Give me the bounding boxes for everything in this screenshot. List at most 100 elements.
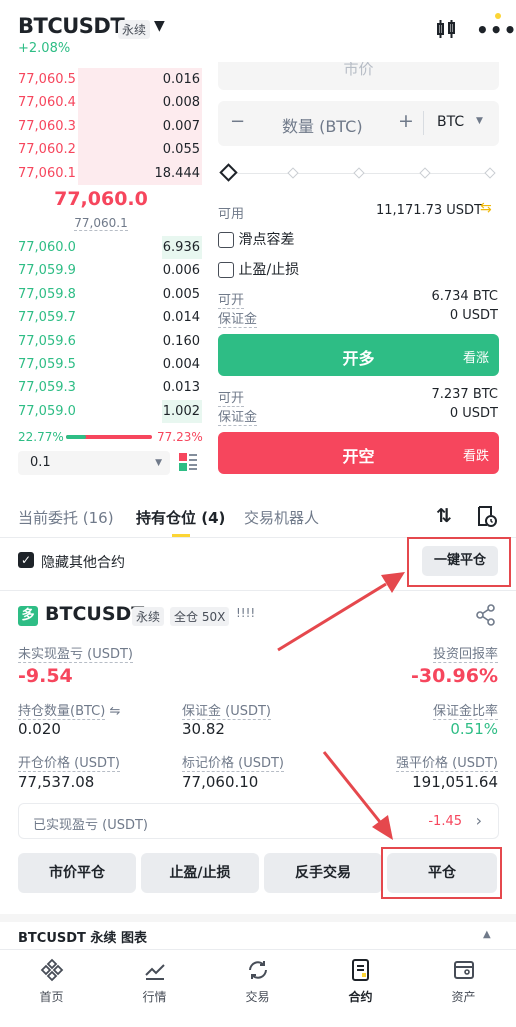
minus-button[interactable]: − — [230, 111, 245, 132]
bid-row[interactable]: 77,060.0 6.936 — [0, 236, 202, 260]
margin-value: 30.82 — [182, 720, 225, 738]
mark-label: 标记价格 (USDT) — [182, 756, 284, 772]
mark-price: 77,060.1 — [74, 216, 128, 231]
chevron-down-icon: ▼ — [476, 116, 483, 126]
position-symbol[interactable]: BTCUSDT — [45, 603, 144, 625]
position-mode-tag: 全仓 50X — [170, 607, 230, 626]
short-open-label: 可开 — [218, 391, 245, 407]
orderbook-layout-icon[interactable] — [179, 453, 197, 475]
chevron-down-icon: ▼ — [155, 458, 162, 468]
short-open-value: 7.237 BTC — [431, 387, 498, 402]
available-label: 可用 — [218, 207, 245, 222]
open-short-button[interactable]: 开空 看跌 — [218, 432, 499, 474]
precision-select[interactable]: 0.1 ▼ — [18, 451, 170, 475]
markets-icon — [144, 964, 165, 980]
available-value: 11,171.73 USDT — [376, 203, 483, 218]
slippage-checkbox[interactable]: 滑点容差 — [218, 229, 294, 249]
bid-row[interactable]: 77,059.3 0.013 — [0, 376, 202, 399]
long-margin-value: 0 USDT — [449, 308, 498, 323]
mark-value: 77,060.10 — [182, 773, 259, 791]
futures-icon — [351, 959, 369, 981]
ask-row[interactable]: 77,060.3 0.007 — [0, 114, 202, 139]
size-label: 持仓数量(BTC) ⇋ — [18, 704, 121, 720]
perpetual-badge: 永续 — [118, 20, 151, 39]
long-open-label: 可开 — [218, 293, 245, 309]
bids-list: 77,060.0 6.936 77,059.9 0.006 77,059.8 0.00… — [0, 236, 202, 424]
ask-ratio: 77.23% — [157, 430, 203, 444]
close-position-button[interactable]: 平仓 — [387, 853, 497, 893]
tab-open-orders[interactable]: 当前委托 (16) — [18, 507, 114, 528]
chevron-right-icon: › — [475, 811, 482, 830]
close-all-button[interactable]: 一键平仓 — [422, 546, 498, 576]
long-margin-label: 保证金 — [218, 312, 258, 328]
upnl-label: 未实现盈亏 (USDT) — [18, 647, 133, 663]
ask-row[interactable]: 77,060.5 0.016 — [0, 68, 202, 92]
home-icon — [40, 958, 63, 982]
history-icon[interactable] — [476, 504, 498, 532]
swap-icon: ⇋ — [109, 704, 121, 719]
ask-row[interactable]: 77,060.4 0.008 — [0, 91, 202, 115]
bid-ratio: 22.77% — [18, 430, 64, 444]
last-price: 77,060.0 — [54, 188, 148, 210]
price-change: +2.08% — [18, 41, 71, 56]
transfer-icon[interactable]: ⇆ — [480, 200, 492, 216]
qty-placeholder: 数量 (BTC) — [282, 117, 363, 136]
nav-trade[interactable]: 交易 — [206, 958, 309, 1005]
ask-row[interactable]: 77,060.1 18.444 — [0, 161, 202, 185]
chart-toggle[interactable]: BTCUSDT 永续 图表 — [18, 927, 147, 946]
qty-input[interactable]: − 数量 (BTC) + BTC ▼ — [218, 101, 499, 146]
more-icon[interactable]: ••• — [476, 18, 516, 42]
unit-select[interactable]: BTC — [437, 114, 464, 130]
market-close-button[interactable]: 市价平仓 — [18, 853, 136, 893]
entry-label: 开仓价格 (USDT) — [18, 756, 120, 772]
bid-row[interactable]: 77,059.6 0.160 — [0, 330, 202, 353]
slider-handle[interactable] — [219, 163, 238, 182]
ratio-label: 保证金比率 — [432, 704, 498, 720]
bid-row[interactable]: 77,059.8 0.005 — [0, 283, 202, 306]
liq-value: 191,051.64 — [412, 773, 498, 791]
tpsl-button[interactable]: 止盈/止损 — [141, 853, 259, 893]
adl-indicator: !!!! — [236, 606, 256, 620]
nav-futures[interactable]: 合约 — [309, 958, 412, 1005]
bid-row[interactable]: 77,059.7 0.014 — [0, 306, 202, 329]
nav-markets[interactable]: 行情 — [103, 958, 206, 1005]
candlestick-icon[interactable] — [435, 18, 457, 44]
asks-list: 77,060.5 0.016 77,060.4 0.008 77,060.3 0.00… — [0, 68, 202, 185]
hide-others-label: 隐藏其他合约 — [41, 555, 125, 571]
nav-home[interactable]: 首页 — [0, 958, 103, 1005]
tab-positions[interactable]: 持有仓位 (4) — [136, 507, 225, 528]
position-perp-tag: 永续 — [132, 607, 165, 626]
tab-trading-bots[interactable]: 交易机器人 — [244, 507, 319, 528]
plus-button[interactable]: + — [398, 110, 414, 132]
roe-value: -30.96% — [410, 665, 498, 687]
upnl-value: -9.54 — [18, 665, 73, 687]
share-icon[interactable] — [476, 604, 496, 630]
tpsl-checkbox[interactable]: 止盈/止损 — [218, 259, 299, 279]
liq-label: 强平价格 (USDT) — [396, 756, 498, 772]
trade-icon — [248, 961, 267, 979]
short-margin-value: 0 USDT — [449, 406, 498, 421]
long-badge: 多 — [18, 606, 38, 626]
margin-label: 保证金 (USDT) — [182, 704, 271, 720]
bid-row[interactable]: 77,059.9 0.006 — [0, 259, 202, 282]
roe-label: 投资回报率 — [432, 647, 498, 663]
reverse-button[interactable]: 反手交易 — [264, 853, 382, 893]
chevron-up-icon[interactable]: ▲ — [483, 929, 491, 940]
open-long-button[interactable]: 开多 看涨 — [218, 334, 499, 376]
ratio-bar — [66, 435, 152, 439]
size-value: 0.020 — [18, 720, 61, 738]
ask-row[interactable]: 77,060.2 0.055 — [0, 138, 202, 162]
sort-icon[interactable]: ⇅ — [436, 505, 452, 527]
short-margin-label: 保证金 — [218, 410, 258, 426]
chevron-down-icon[interactable]: ▼ — [154, 18, 165, 34]
bid-row[interactable]: 77,059.5 0.004 — [0, 353, 202, 376]
notification-dot — [495, 13, 501, 19]
nav-assets[interactable]: 资产 — [412, 958, 515, 1005]
price-input[interactable]: 市价 — [218, 62, 499, 90]
wallet-icon — [453, 961, 474, 979]
bid-row[interactable]: 77,059.0 1.002 — [0, 399, 202, 424]
entry-value: 77,537.08 — [18, 773, 95, 791]
symbol-title[interactable]: BTCUSDT — [18, 14, 125, 38]
realized-pnl-row[interactable]: 已实现盈亏 (USDT) -1.45 › — [18, 803, 499, 839]
hide-others-checkbox[interactable]: ✓ — [18, 552, 34, 568]
